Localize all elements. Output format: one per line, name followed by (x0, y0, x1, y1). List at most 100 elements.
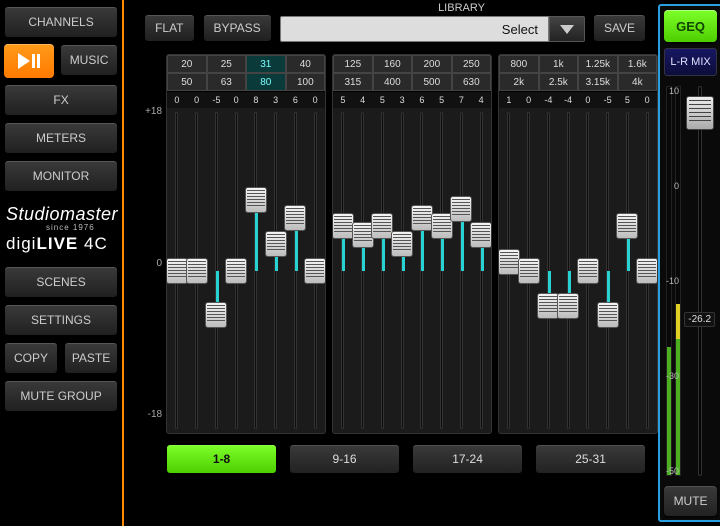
meters-button[interactable]: METERS (4, 122, 118, 154)
eq-slider[interactable] (392, 112, 412, 429)
master-fader[interactable]: -26.2 (685, 86, 715, 476)
lr-mix-button[interactable]: L-R MIX (664, 48, 717, 76)
settings-button[interactable]: SETTINGS (4, 304, 118, 336)
freq-cell[interactable]: 1.25k (578, 55, 618, 73)
copy-button[interactable]: COPY (4, 342, 58, 374)
gain-readout: 3 (392, 92, 412, 108)
page-button-1-8[interactable]: 1-8 (166, 444, 277, 474)
gain-readout: 4 (471, 92, 491, 108)
eq-slider[interactable] (333, 112, 353, 429)
eq-slider[interactable] (412, 112, 432, 429)
freq-cell[interactable]: 125 (333, 55, 373, 73)
eq-scale: +180-18 (144, 54, 166, 434)
gain-readout: 7 (452, 92, 472, 108)
flat-button[interactable]: FLAT (144, 14, 194, 42)
freq-cell[interactable]: 100 (286, 73, 326, 91)
eq-slider[interactable] (266, 112, 286, 429)
gain-readout: -5 (598, 92, 618, 108)
meter-bar (666, 86, 672, 476)
channels-button[interactable]: CHANNELS (4, 6, 118, 38)
eq-slider[interactable] (452, 112, 472, 429)
music-button[interactable]: MUSIC (60, 44, 118, 76)
eq-slider[interactable] (246, 112, 266, 429)
eq-slider[interactable] (373, 112, 393, 429)
eq-slider[interactable] (558, 112, 578, 429)
freq-cell[interactable]: 160 (373, 55, 413, 73)
brand-logo: Studiomastersince 1976 digiLIVE 4C (4, 198, 118, 260)
page-button-17-24[interactable]: 17-24 (412, 444, 523, 474)
meter-bar (675, 86, 681, 476)
eq-group-1: 12516020025031540050063054536574 (332, 54, 492, 434)
eq-slider[interactable] (499, 112, 519, 429)
gain-readout: 5 (373, 92, 393, 108)
eq-slider[interactable] (187, 112, 207, 429)
save-button[interactable]: SAVE (593, 14, 646, 42)
freq-cell[interactable]: 1k (539, 55, 579, 73)
eq-slider[interactable] (618, 112, 638, 429)
freq-cell[interactable]: 1.6k (618, 55, 658, 73)
gain-readout: 5 (618, 92, 638, 108)
play-pause-button[interactable] (4, 44, 54, 78)
eq-slider[interactable] (578, 112, 598, 429)
gain-readout: 0 (167, 92, 187, 108)
page-button-9-16[interactable]: 9-16 (289, 444, 400, 474)
gain-readout: 0 (519, 92, 539, 108)
freq-cell[interactable]: 2.5k (539, 73, 579, 91)
bypass-button[interactable]: BYPASS (203, 14, 272, 42)
eq-slider[interactable] (207, 112, 227, 429)
eq-slider[interactable] (471, 112, 491, 429)
fx-button[interactable]: FX (4, 84, 118, 116)
eq-slider[interactable] (353, 112, 373, 429)
eq-group-0: 2025314050638010000-508360 (166, 54, 326, 434)
gain-readout: -5 (207, 92, 227, 108)
scenes-button[interactable]: SCENES (4, 266, 118, 298)
gain-readout: -4 (558, 92, 578, 108)
page-button-25-31[interactable]: 25-31 (535, 444, 646, 474)
gain-readout: 3 (266, 92, 286, 108)
freq-cell[interactable]: 50 (167, 73, 207, 91)
freq-cell[interactable]: 250 (452, 55, 492, 73)
gain-readout: -4 (539, 92, 559, 108)
freq-cell[interactable]: 20 (167, 55, 207, 73)
freq-cell[interactable]: 200 (412, 55, 452, 73)
gain-readout: 0 (187, 92, 207, 108)
mute-button[interactable]: MUTE (664, 486, 717, 516)
freq-cell[interactable]: 500 (412, 73, 452, 91)
eq-slider[interactable] (432, 112, 452, 429)
gain-readout: 4 (353, 92, 373, 108)
eq-slider[interactable] (167, 112, 187, 429)
freq-cell[interactable]: 315 (333, 73, 373, 91)
gain-readout: 0 (578, 92, 598, 108)
master-fader-knob[interactable] (686, 96, 714, 130)
paste-button[interactable]: PASTE (64, 342, 118, 374)
freq-cell[interactable]: 3.15k (578, 73, 618, 91)
library-dropdown-button[interactable] (549, 16, 585, 42)
library-select[interactable]: Select (280, 16, 549, 42)
freq-cell[interactable]: 800 (499, 55, 539, 73)
freq-cell[interactable]: 400 (373, 73, 413, 91)
geq-button[interactable]: GEQ (664, 10, 717, 42)
freq-cell[interactable]: 40 (286, 55, 326, 73)
freq-cell[interactable]: 80 (246, 73, 286, 91)
chevron-down-icon (560, 25, 574, 34)
mute-group-button[interactable]: MUTE GROUP (4, 380, 118, 412)
gain-readout: 6 (286, 92, 306, 108)
eq-slider[interactable] (598, 112, 618, 429)
freq-cell[interactable]: 630 (452, 73, 492, 91)
library-label: LIBRARY (438, 2, 485, 14)
monitor-button[interactable]: MONITOR (4, 160, 118, 192)
freq-cell[interactable]: 31 (246, 55, 286, 73)
freq-cell[interactable]: 4k (618, 73, 658, 91)
eq-slider[interactable] (226, 112, 246, 429)
freq-cell[interactable]: 2k (499, 73, 539, 91)
eq-slider[interactable] (637, 112, 657, 429)
eq-slider[interactable] (286, 112, 306, 429)
freq-cell[interactable]: 25 (207, 55, 247, 73)
eq-slider[interactable] (519, 112, 539, 429)
eq-slider[interactable] (305, 112, 325, 429)
eq-slider[interactable] (539, 112, 559, 429)
eq-group-2: 8001k1.25k1.6k2k2.5k3.15k4k10-4-40-550 (498, 54, 658, 434)
freq-cell[interactable]: 63 (207, 73, 247, 91)
gain-readout: 5 (333, 92, 353, 108)
gain-readout: 0 (305, 92, 325, 108)
